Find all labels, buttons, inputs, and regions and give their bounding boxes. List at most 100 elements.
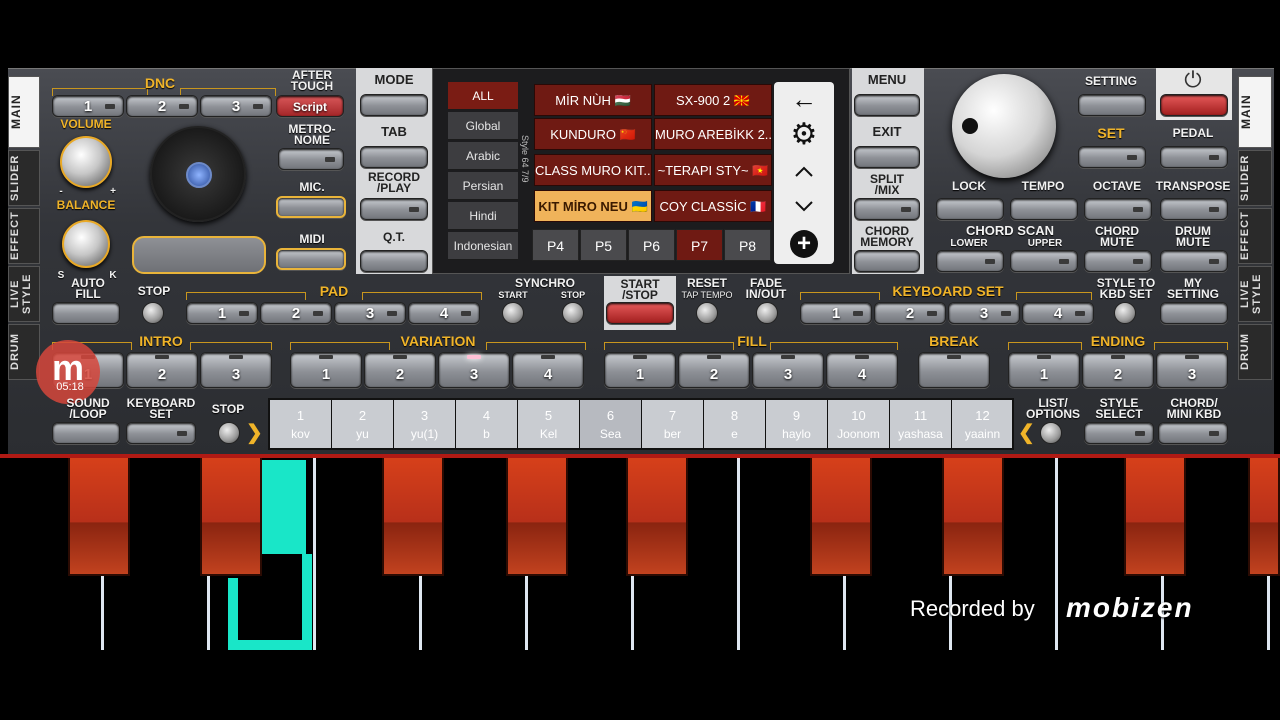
variation-1-button[interactable]: 1	[290, 352, 362, 388]
registration-slot-3[interactable]: 3 yu(1)	[394, 400, 456, 448]
chevron-right-icon[interactable]: ❯	[246, 422, 264, 444]
chord-scan-lower-button[interactable]	[936, 250, 1004, 272]
dnc-3-button[interactable]: 3	[200, 95, 272, 117]
drum-mute-button[interactable]	[1160, 250, 1228, 272]
pitch-joystick[interactable]	[150, 126, 246, 222]
synchro-start-knob[interactable]	[502, 302, 524, 324]
mic-button[interactable]	[276, 196, 346, 218]
pad-1-button[interactable]: 1	[186, 302, 258, 324]
ending-1-button[interactable]: 1	[1008, 352, 1080, 388]
page-p5[interactable]: P5	[580, 229, 627, 261]
split-mix-button[interactable]	[854, 198, 920, 220]
kbd-set-4-button[interactable]: 4	[1022, 302, 1094, 324]
tempo-dial[interactable]	[952, 74, 1056, 178]
page-p4[interactable]: P4	[532, 229, 579, 261]
black-key[interactable]	[506, 458, 568, 576]
registration-slot-5[interactable]: 5 Kel	[518, 400, 580, 448]
synchro-stop-knob[interactable]	[562, 302, 584, 324]
side-tab-live-style-right[interactable]: LIVE STYLE	[1238, 266, 1272, 322]
tab-button[interactable]	[360, 146, 428, 168]
black-key[interactable]	[200, 458, 262, 576]
fill-2-button[interactable]: 2	[678, 352, 750, 388]
registration-slot-11[interactable]: 11 yashasa	[890, 400, 952, 448]
chord-mini-kbd-button[interactable]	[1158, 422, 1228, 444]
intro-3-button[interactable]: 3	[200, 352, 272, 388]
reg-stop-knob[interactable]	[218, 422, 240, 444]
mode-button[interactable]	[360, 94, 428, 116]
page-p8[interactable]: P8	[724, 229, 771, 261]
side-tab-main-left[interactable]: MAIN	[8, 76, 40, 148]
tempo-button[interactable]	[1010, 198, 1078, 220]
transpose-button[interactable]	[1160, 198, 1228, 220]
style-item-5[interactable]: CLASS MURO KIT...	[534, 154, 652, 186]
registration-slot-8[interactable]: 8e	[704, 400, 766, 448]
style-item-8[interactable]: COY CLASSİC 🇫🇷	[654, 190, 772, 222]
fill-1-button[interactable]: 1	[604, 352, 676, 388]
registration-slot-7[interactable]: 7 ber	[642, 400, 704, 448]
exit-button[interactable]	[854, 146, 920, 168]
side-tab-slider-right[interactable]: SLIDER	[1238, 150, 1272, 206]
display-slot[interactable]	[132, 236, 266, 274]
kbd-set-1-button[interactable]: 1	[800, 302, 872, 324]
fade-knob[interactable]	[756, 302, 778, 324]
balance-knob[interactable]	[62, 220, 110, 268]
chevron-left-icon[interactable]: ❮	[1018, 422, 1036, 444]
script-button[interactable]: Script	[276, 95, 344, 117]
chevron-down-icon[interactable]	[786, 192, 822, 220]
style-item-7-selected[interactable]: KIT MİRO NEU 🇺🇦	[534, 190, 652, 222]
side-tab-slider-left[interactable]: SLIDER	[8, 150, 40, 206]
set-button[interactable]	[1078, 146, 1146, 168]
chord-scan-upper-button[interactable]	[1010, 250, 1078, 272]
break-button[interactable]	[918, 352, 990, 388]
category-all[interactable]: ALL	[448, 82, 518, 110]
side-tab-effect-left[interactable]: EFFECT	[8, 208, 40, 264]
kbd-set-2-button[interactable]: 2	[874, 302, 946, 324]
record-play-button[interactable]	[360, 198, 428, 220]
black-key[interactable]	[68, 458, 130, 576]
style-item-1[interactable]: MİR NÙH 🇭🇺	[534, 84, 652, 116]
reset-tap-knob[interactable]	[696, 302, 718, 324]
joystick-handle[interactable]	[186, 162, 212, 188]
black-key[interactable]	[1248, 458, 1280, 576]
intro-2-button[interactable]: 2	[126, 352, 198, 388]
gear-icon[interactable]: ⚙	[786, 120, 822, 152]
category-global[interactable]: Global	[448, 112, 518, 140]
registration-slot-2[interactable]: 2 yu	[332, 400, 394, 448]
list-options-knob[interactable]	[1040, 422, 1062, 444]
registration-slot-12[interactable]: 12 yaainn	[952, 400, 1014, 448]
black-key[interactable]	[1124, 458, 1186, 576]
keyboard-set-save-button[interactable]	[126, 422, 196, 444]
lock-button[interactable]	[936, 198, 1004, 220]
registration-slot-10[interactable]: 10 Joonom	[828, 400, 890, 448]
pad-4-button[interactable]: 4	[408, 302, 480, 324]
mobizen-record-icon[interactable]: m	[36, 340, 100, 404]
category-persian[interactable]: Persian	[448, 172, 518, 200]
black-key[interactable]	[626, 458, 688, 576]
chord-memory-button[interactable]	[854, 250, 920, 272]
pad-stop-knob[interactable]	[142, 302, 164, 324]
start-stop-button[interactable]	[606, 302, 674, 324]
ending-3-button[interactable]: 3	[1156, 352, 1228, 388]
auto-fill-button[interactable]	[52, 302, 120, 324]
black-key[interactable]	[382, 458, 444, 576]
metronome-button[interactable]	[278, 148, 344, 170]
style-item-4[interactable]: MURO AREBİKK 2...	[654, 118, 772, 150]
style-item-6[interactable]: ~TERAPI STY~ 🇻🇳	[654, 154, 772, 186]
registration-slot-1[interactable]: 1 kov	[270, 400, 332, 448]
ending-2-button[interactable]: 2	[1082, 352, 1154, 388]
my-setting-button[interactable]	[1160, 302, 1228, 324]
registration-slot-4[interactable]: 4b	[456, 400, 518, 448]
sound-loop-button[interactable]	[52, 422, 120, 444]
side-tab-live-style-left[interactable]: LIVE STYLE	[8, 266, 40, 322]
add-icon[interactable]: +	[790, 230, 818, 258]
chord-mute-button[interactable]	[1084, 250, 1152, 272]
menu-button[interactable]	[854, 94, 920, 116]
variation-2-button[interactable]: 2	[364, 352, 436, 388]
variation-4-button[interactable]: 4	[512, 352, 584, 388]
midi-button[interactable]	[276, 248, 346, 270]
black-key[interactable]	[810, 458, 872, 576]
back-arrow-icon[interactable]: ←	[786, 86, 822, 114]
dnc-2-button[interactable]: 2	[126, 95, 198, 117]
power-icon[interactable]: ⏻	[1180, 68, 1206, 92]
style-item-2[interactable]: SX-900 2 🇲🇰	[654, 84, 772, 116]
